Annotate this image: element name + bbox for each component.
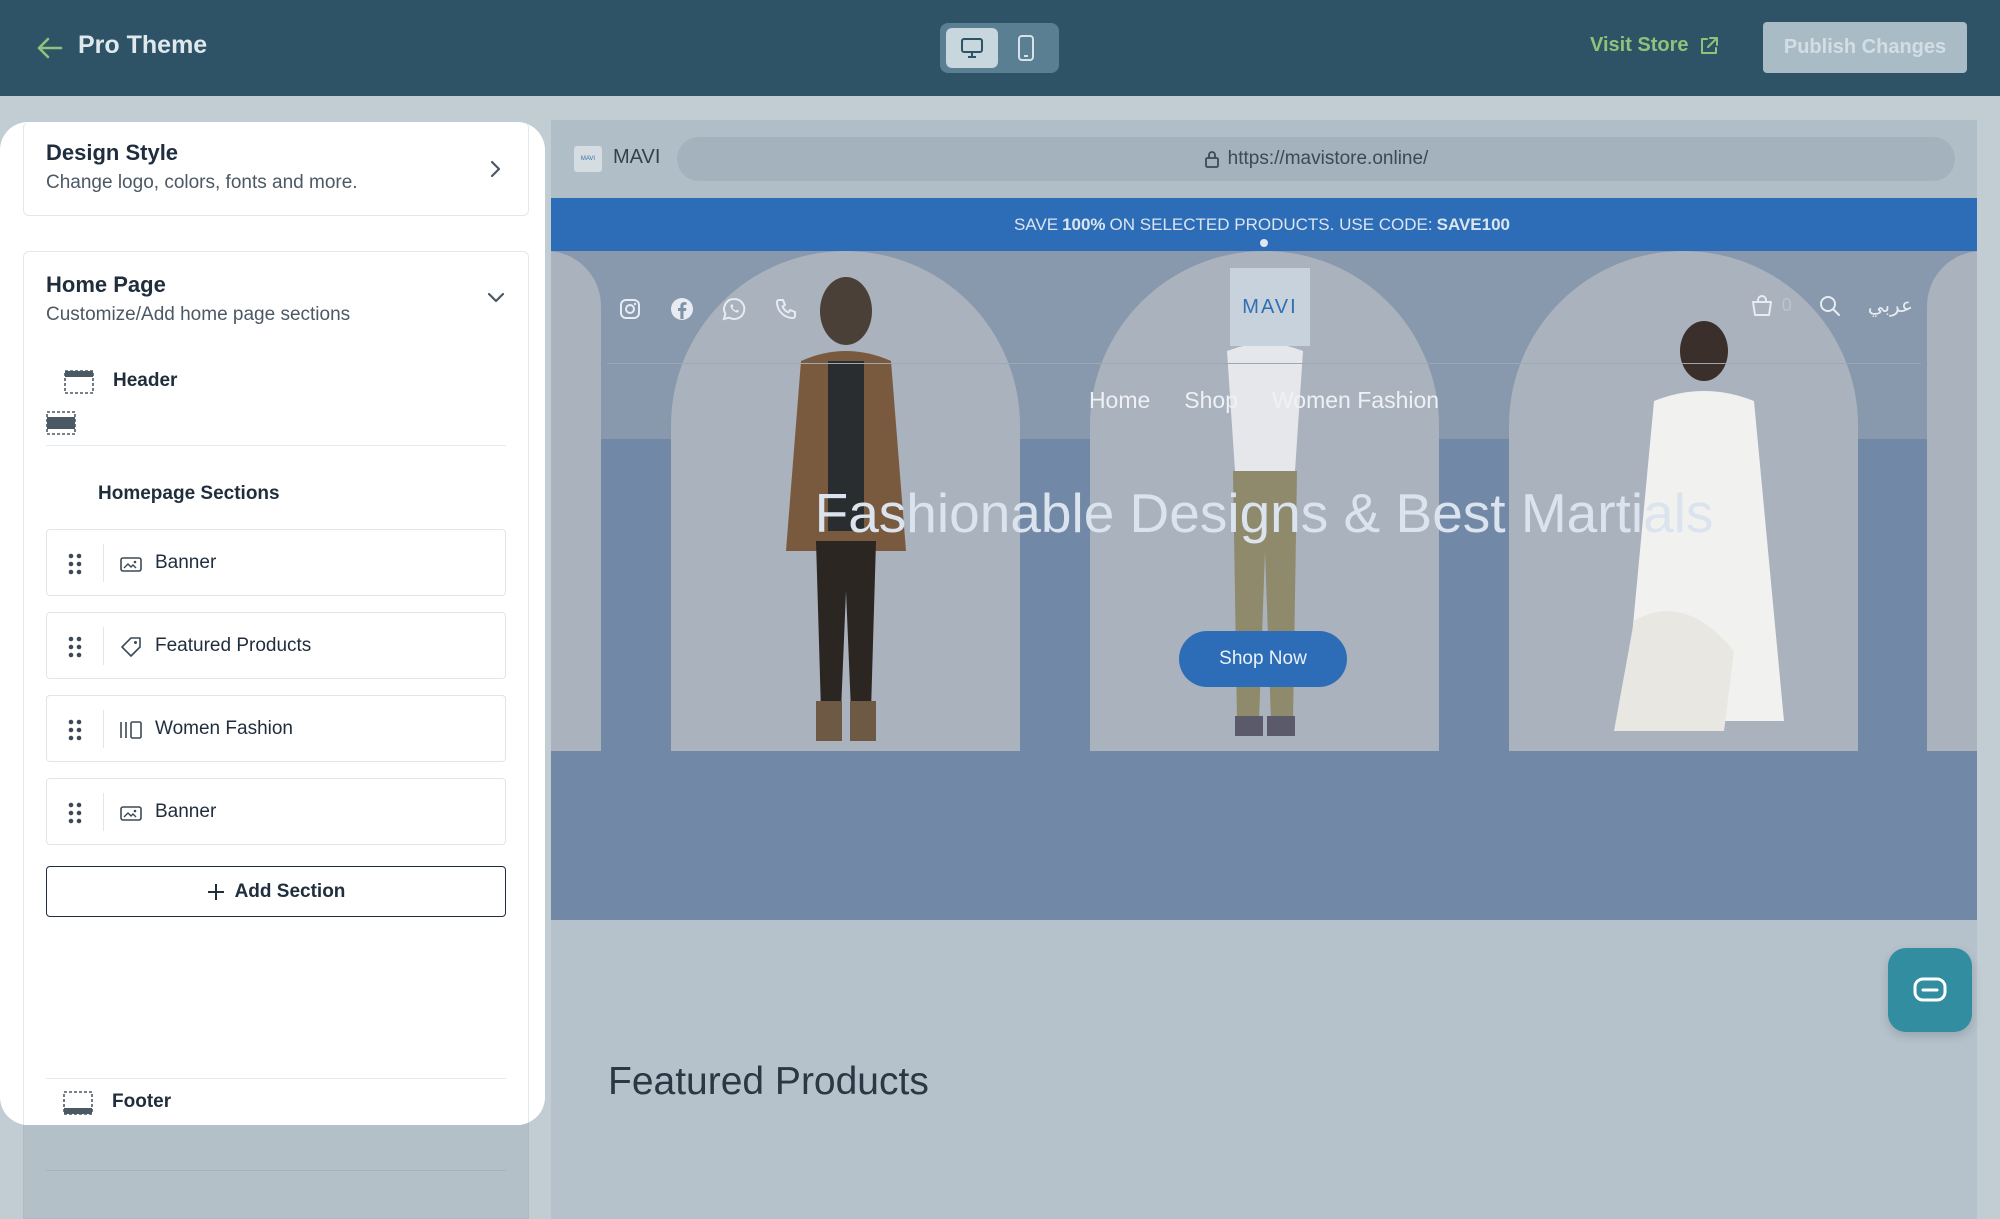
theme-title: Pro Theme (78, 31, 208, 59)
promo-indicator-dot (1260, 239, 1268, 247)
section-item-label: Women Fashion (155, 718, 293, 739)
visit-store-link[interactable]: Visit Store (1590, 34, 1719, 57)
separator (103, 544, 104, 582)
featured-products-title: Featured Products (608, 1060, 929, 1103)
home-page-card: Home Page Customize/Add home page sectio… (23, 251, 529, 1125)
nav-women-fashion[interactable]: Women Fashion (1272, 387, 1439, 414)
site-favicon: MAVI (574, 146, 602, 172)
footer-layout-icon (63, 1091, 93, 1115)
phone-icon[interactable] (773, 296, 799, 322)
home-page-subtitle: Customize/Add home page sections (46, 304, 351, 325)
facebook-icon[interactable] (669, 296, 695, 322)
visit-store-label: Visit Store (1590, 34, 1689, 56)
section-item-banner[interactable]: Banner (46, 529, 506, 596)
chat-button[interactable] (1888, 948, 1972, 1032)
url-bar[interactable]: https://mavistore.online/ (677, 137, 1955, 181)
instagram-icon[interactable] (617, 296, 643, 322)
divider (46, 445, 506, 446)
language-switch[interactable]: عربي (1868, 293, 1913, 318)
chevron-right-icon (484, 157, 508, 181)
hero-title: Fashionable Designs & Best Martials (814, 482, 1714, 544)
preview-browser-bar: MAVI MAVI https://mavistore.online/ (551, 120, 1977, 198)
separator (103, 793, 104, 831)
back-arrow-icon[interactable] (32, 30, 68, 66)
header-divider (607, 363, 1921, 364)
social-icons (617, 296, 799, 322)
columns-icon (119, 718, 143, 742)
section-item-label: Banner (155, 801, 217, 822)
sidebar-card-dimmed (23, 1110, 529, 1219)
url-text: https://mavistore.online/ (1227, 148, 1429, 169)
shopping-bag-icon (1751, 294, 1772, 316)
publish-changes-button[interactable]: Publish Changes (1763, 22, 1967, 73)
homepage-sections-label: Homepage Sections (98, 483, 280, 504)
shop-now-button[interactable]: Shop Now (1179, 631, 1347, 687)
footer-row-visible[interactable]: Footer (45, 1083, 505, 1123)
header-actions: 0 عربي (1750, 293, 1913, 318)
top-bar: Pro Theme Visit Store Publish Changes (0, 0, 2000, 96)
store-logo[interactable]: MAVI (1230, 268, 1310, 346)
search-icon[interactable] (1818, 294, 1842, 318)
cart-count: 0 (1781, 295, 1792, 315)
add-section-label: Add Section (234, 880, 346, 902)
desktop-view-button[interactable] (946, 28, 998, 68)
chat-icon (1913, 977, 1947, 1002)
promo-code: SAVE100 (1436, 214, 1511, 234)
store-preview: MAVI MAVI https://mavistore.online/ SAVE… (551, 120, 1977, 1219)
drag-handle-icon[interactable] (67, 635, 83, 659)
header-label: Header (113, 370, 178, 391)
section-item-label: Banner (155, 552, 217, 573)
image-icon (119, 552, 143, 576)
divider (46, 1078, 506, 1079)
promo-prefix: SAVE (1013, 214, 1059, 234)
separator (103, 627, 104, 665)
plus-icon (207, 883, 224, 900)
header-layout-icon (64, 370, 94, 394)
cart-button[interactable]: 0 (1750, 294, 1792, 318)
section-item-featured-products[interactable]: Featured Products (46, 612, 506, 679)
tag-icon (119, 635, 143, 659)
mobile-view-button[interactable] (1000, 28, 1052, 68)
drag-handle-icon[interactable] (67, 552, 83, 576)
sidebar-divider-dimmed (46, 1170, 506, 1171)
chevron-down-icon[interactable] (484, 286, 508, 310)
section-item-banner[interactable]: Banner (46, 778, 506, 845)
nav-shop[interactable]: Shop (1184, 387, 1238, 414)
image-icon (119, 801, 143, 825)
footer-row[interactable] (46, 1013, 506, 1053)
sections-layout-icon (46, 411, 76, 435)
header-row[interactable]: Header (46, 362, 506, 402)
add-section-button[interactable]: Add Section (46, 866, 506, 917)
promo-middle: ON SELECTED PRODUCTS. USE CODE: (1109, 214, 1433, 234)
store-nav: Home Shop Women Fashion (551, 387, 1977, 414)
external-link-icon (1700, 36, 1718, 54)
section-item-label: Featured Products (155, 635, 312, 656)
theme-sidebar-panel: Design Style Change logo, colors, fonts … (0, 122, 545, 1125)
hero-banner: MAVI 0 عربي Home Shop Women Fashion Fash… (551, 251, 1977, 920)
design-style-title: Design Style (46, 140, 179, 165)
home-page-title: Home Page (46, 272, 166, 297)
promo-discount: 100% (1062, 214, 1106, 234)
footer-label: Footer (112, 1091, 172, 1112)
section-item-women-fashion[interactable]: Women Fashion (46, 695, 506, 762)
design-style-subtitle: Change logo, colors, fonts and more. (46, 172, 358, 193)
device-toggle (940, 23, 1059, 73)
lock-icon (1204, 151, 1219, 168)
separator (103, 710, 104, 748)
drag-handle-icon[interactable] (67, 718, 83, 742)
nav-home[interactable]: Home (1089, 387, 1150, 414)
design-style-card[interactable]: Design Style Change logo, colors, fonts … (23, 122, 529, 216)
drag-handle-icon[interactable] (67, 801, 83, 825)
whatsapp-icon[interactable] (721, 296, 747, 322)
site-name: MAVI (613, 146, 661, 168)
